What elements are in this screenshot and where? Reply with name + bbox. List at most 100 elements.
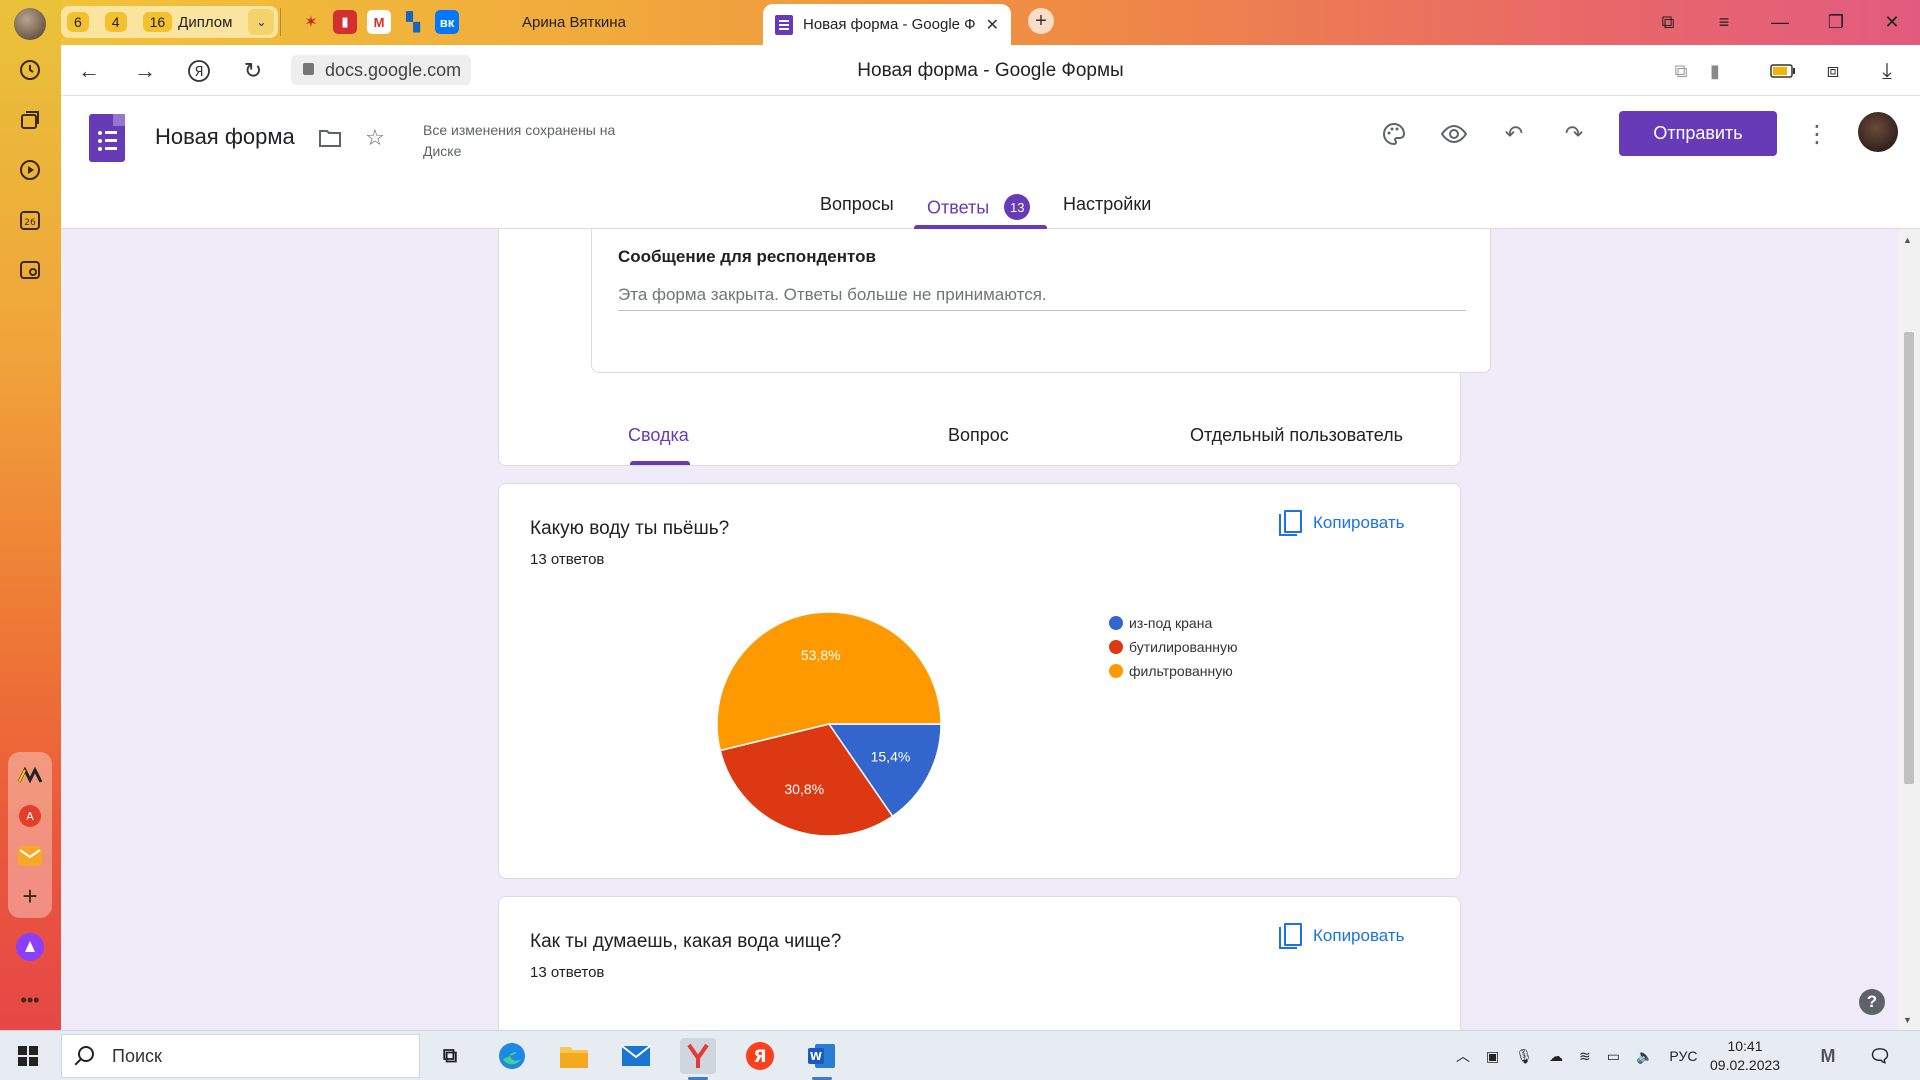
legend-item[interactable]: из-под крана <box>1109 611 1238 635</box>
microphone-icon[interactable]: 🎙 <box>1515 1048 1533 1065</box>
file-explorer-icon[interactable] <box>556 1038 592 1074</box>
legend-label: фильтрованную <box>1129 663 1233 679</box>
more-icon[interactable]: ••• <box>14 984 46 1016</box>
undo-icon[interactable]: ↶ <box>1498 118 1530 150</box>
vk-icon[interactable]: вк <box>435 10 459 34</box>
new-tab-button[interactable]: + <box>1028 8 1054 34</box>
tab-questions[interactable]: Вопросы <box>820 194 894 229</box>
yandex-app-icon[interactable]: Я <box>742 1038 778 1074</box>
search-placeholder: Поиск <box>112 1045 162 1066</box>
copy-label: Копировать <box>1313 513 1405 532</box>
alice-icon[interactable] <box>14 931 46 963</box>
avatar[interactable] <box>1858 112 1898 152</box>
word-icon[interactable]: W <box>804 1038 840 1080</box>
lock-icon <box>303 63 314 75</box>
meet-icon[interactable]: ▣ <box>1486 1048 1499 1065</box>
notifications-icon[interactable]: 🗨 <box>1862 1038 1898 1074</box>
closed-message-box: Сообщение для респондентов Эта форма зак… <box>591 229 1491 373</box>
edge-icon[interactable] <box>494 1038 530 1074</box>
mail-icon[interactable] <box>14 840 46 872</box>
pinned-tab-icon[interactable]: ▚ <box>401 10 425 34</box>
redo-icon[interactable]: ↷ <box>1558 118 1590 150</box>
scroll-up-icon[interactable]: ▲ <box>1903 235 1912 245</box>
windows-start-icon[interactable] <box>18 1046 38 1066</box>
profile-avatar[interactable] <box>14 8 46 40</box>
more-vert-icon[interactable]: ⋮ <box>1801 118 1833 150</box>
history-icon[interactable] <box>14 54 46 86</box>
pinned-tab-icon[interactable]: ✶ <box>299 10 323 34</box>
scrollbar[interactable]: ▲ ▼ <box>1898 229 1920 1030</box>
palette-icon[interactable] <box>1378 118 1410 150</box>
extensions-icon[interactable]: ⧈ <box>1817 55 1849 87</box>
tab-group-pill[interactable]: 6 <box>61 6 97 38</box>
reload-icon[interactable]: ↻ <box>237 55 269 87</box>
tab-arina[interactable]: Арина Вяткина <box>522 0 626 45</box>
star-icon[interactable]: ☆ <box>359 122 391 154</box>
pinned-tab-icon[interactable]: ▮ <box>333 10 357 34</box>
screenshot-icon[interactable] <box>14 254 46 286</box>
tab-question[interactable]: Вопрос <box>948 425 1009 446</box>
scroll-thumb[interactable] <box>1904 332 1914 784</box>
translate-icon[interactable]: A <box>14 800 46 832</box>
minimize-icon[interactable]: — <box>1757 0 1803 45</box>
tab-label: Новая форма - Google Формы <box>803 16 976 33</box>
send-button[interactable]: Отправить <box>1619 111 1777 156</box>
yandex-browser-icon[interactable] <box>680 1038 716 1080</box>
calendar-icon[interactable]: 26 <box>14 204 46 236</box>
tab-group-pill[interactable]: 4 <box>96 6 135 38</box>
tab-summary[interactable]: Сводка <box>628 425 689 446</box>
tab-group-pill[interactable]: 16 Диплом ⌄ <box>134 6 279 38</box>
copy-chart-button[interactable]: Копировать <box>1279 923 1405 949</box>
tab-label: Вопросы <box>820 194 894 214</box>
legend-item[interactable]: бутилированную <box>1109 635 1238 659</box>
folder-icon[interactable] <box>314 122 346 154</box>
tab-individual[interactable]: Отдельный пользователь <box>1190 425 1403 446</box>
google-forms-logo[interactable] <box>89 114 125 162</box>
closed-message-input[interactable]: Эта форма закрыта. Ответы больше не прин… <box>618 285 1466 311</box>
add-icon[interactable]: + <box>14 880 46 912</box>
clock-date: 09.02.2023 <box>1710 1057 1781 1073</box>
menu-icon[interactable]: ≡ <box>1701 0 1747 45</box>
battery-saver-icon[interactable] <box>1767 55 1799 87</box>
copy-chart-button[interactable]: Копировать <box>1279 510 1405 536</box>
share-icon[interactable]: ⧉ <box>1665 55 1697 87</box>
url-field[interactable]: docs.google.com <box>291 55 472 85</box>
wifi-icon[interactable]: ≋ <box>1579 1048 1591 1065</box>
close-window-icon[interactable]: ✕ <box>1869 0 1915 45</box>
close-icon[interactable]: ✕ <box>986 15 999 35</box>
chevron-up-icon[interactable]: ︿ <box>1456 1046 1470 1066</box>
back-icon[interactable]: ← <box>73 55 105 87</box>
market-icon[interactable] <box>14 760 46 792</box>
bookmark-icon[interactable]: ▮ <box>1699 55 1731 87</box>
clock[interactable]: 10:41 09.02.2023 <box>1710 1037 1780 1075</box>
download-icon[interactable]: ⤓ <box>1871 55 1903 87</box>
response-count: 13 ответов <box>530 964 605 981</box>
bookmarks-panel-icon[interactable]: ⧉ <box>1645 0 1691 45</box>
volume-icon[interactable]: 🔈 <box>1636 1048 1653 1065</box>
clock-time: 10:41 <box>1727 1038 1763 1054</box>
tab-forms-active[interactable]: Новая форма - Google Формы ✕ <box>763 4 1011 45</box>
scroll-down-icon[interactable]: ▼ <box>1903 1015 1912 1025</box>
chevron-down-icon[interactable]: ⌄ <box>248 9 275 35</box>
gmail-icon[interactable]: M <box>367 10 391 34</box>
yandex-icon[interactable]: Я <box>183 55 215 87</box>
meet-now-icon[interactable]: M <box>1810 1038 1846 1074</box>
question-title: Как ты думаешь, какая вода чище? <box>530 931 842 952</box>
forward-icon[interactable]: → <box>129 55 161 87</box>
preview-eye-icon[interactable] <box>1438 118 1470 150</box>
taskbar-search-input[interactable]: Поиск <box>61 1034 420 1078</box>
restore-icon[interactable]: ❐ <box>1813 0 1859 45</box>
task-view-icon[interactable]: ⧉ <box>432 1038 468 1074</box>
question-card: Какую воду ты пьёшь? 13 ответов Копирова… <box>498 483 1461 879</box>
collections-icon[interactable] <box>14 104 46 136</box>
help-icon[interactable]: ? <box>1859 989 1885 1015</box>
battery-icon[interactable]: ▭ <box>1607 1048 1620 1065</box>
mail-app-icon[interactable] <box>618 1038 654 1074</box>
onedrive-icon[interactable]: ☁ <box>1549 1048 1563 1065</box>
legend-item[interactable]: фильтрованную <box>1109 659 1238 683</box>
form-title[interactable]: Новая форма <box>155 124 295 150</box>
tab-responses[interactable]: Ответы 13 <box>927 194 1031 229</box>
tab-settings[interactable]: Настройки <box>1063 194 1151 229</box>
play-icon[interactable] <box>14 154 46 186</box>
language-indicator[interactable]: РУС <box>1669 1048 1697 1064</box>
